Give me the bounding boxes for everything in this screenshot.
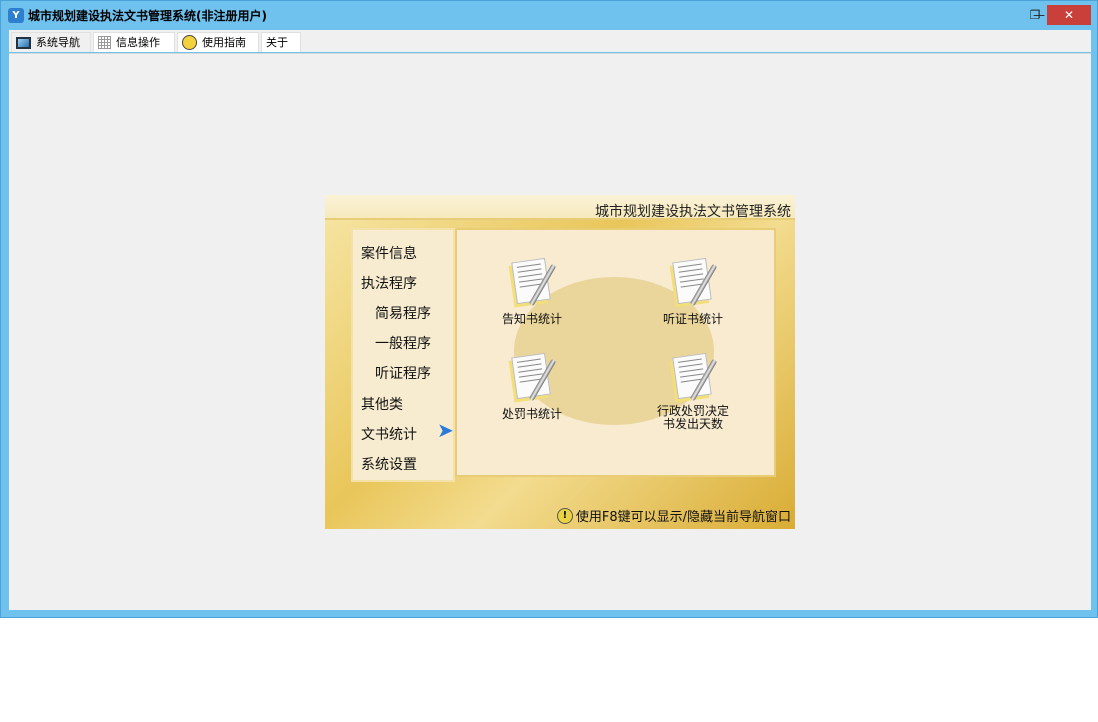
close-button[interactable]: ✕ [1047, 5, 1091, 25]
monitor-icon [16, 36, 31, 49]
item-label: 告知书统计 [501, 312, 562, 326]
grid-icon [98, 36, 111, 49]
tab-label: 系统导航 [36, 35, 80, 49]
hearing-statistics-item[interactable]: 听证书统计 [633, 256, 753, 327]
notice-statistics-item[interactable]: 告知书统计 [472, 256, 592, 327]
hint-text: 使用F8键可以显示/隐藏当前导航窗口 [575, 510, 791, 525]
menu-enforcement-procedure[interactable]: 执法程序 [361, 273, 417, 293]
app-logo-icon: Y [8, 8, 24, 23]
menu-case-info[interactable]: 案件信息 [361, 243, 417, 263]
tab-about[interactable]: 关于 [261, 32, 301, 52]
penalty-statistics-item[interactable]: 处罚书统计 [472, 351, 592, 422]
window-title: 城市规划建设执法文书管理系统(非注册用户) [28, 9, 267, 23]
item-label: 行政处罚决定 书发出天数 [656, 404, 729, 431]
tab-user-guide[interactable]: 使用指南 [177, 32, 259, 52]
menu-document-statistics[interactable]: 文书统计 [361, 424, 417, 444]
menu-general-procedure[interactable]: 一般程序 [375, 333, 431, 353]
menu-other[interactable]: 其他类 [361, 394, 403, 414]
item-label: 听证书统计 [662, 312, 723, 326]
item-label: 处罚书统计 [501, 407, 562, 421]
tab-label: 信息操作 [116, 35, 160, 49]
nav-menu: 案件信息 执法程序 简易程序 一般程序 听证程序 其他类 文书统计 ➤ 系统设置 [351, 228, 455, 482]
tip-icon: ! [556, 507, 573, 524]
restore-button[interactable]: ❐ [1021, 5, 1049, 25]
f8-hint: ! 使用F8键可以显示/隐藏当前导航窗口 [556, 506, 791, 525]
tab-label: 使用指南 [202, 35, 246, 49]
menu-system-settings[interactable]: 系统设置 [361, 454, 417, 474]
penalty-decision-days-item[interactable]: 行政处罚决定 书发出天数 [633, 351, 753, 431]
help-icon [182, 35, 197, 50]
navigation-panel: 城市规划建设执法文书管理系统 案件信息 执法程序 简易程序 一般程序 听证程序 … [325, 195, 795, 529]
document-pen-icon [671, 351, 718, 402]
selected-arrow-icon: ➤ [437, 418, 454, 442]
document-pen-icon [671, 256, 718, 307]
tab-bar: 系统导航 信息操作 使用指南 关于 [9, 30, 1091, 52]
statistics-content: 告知书统计 听证书统计 处罚书统计 行政处罚决定 书发出天数 [455, 228, 776, 477]
tab-label: 关于 [266, 35, 288, 49]
menu-simple-procedure[interactable]: 简易程序 [375, 303, 431, 323]
panel-title: 城市规划建设执法文书管理系统 [595, 204, 791, 220]
panel-header: 城市规划建设执法文书管理系统 [325, 195, 795, 220]
tab-system-navigation[interactable]: 系统导航 [11, 32, 91, 52]
menu-hearing-procedure[interactable]: 听证程序 [375, 363, 431, 383]
tab-info-operation[interactable]: 信息操作 [93, 32, 175, 52]
document-pen-icon [510, 351, 557, 402]
document-pen-icon [510, 256, 557, 307]
title-bar: Y 城市规划建设执法文书管理系统(非注册用户) — ❐ ✕ [1, 1, 1097, 30]
